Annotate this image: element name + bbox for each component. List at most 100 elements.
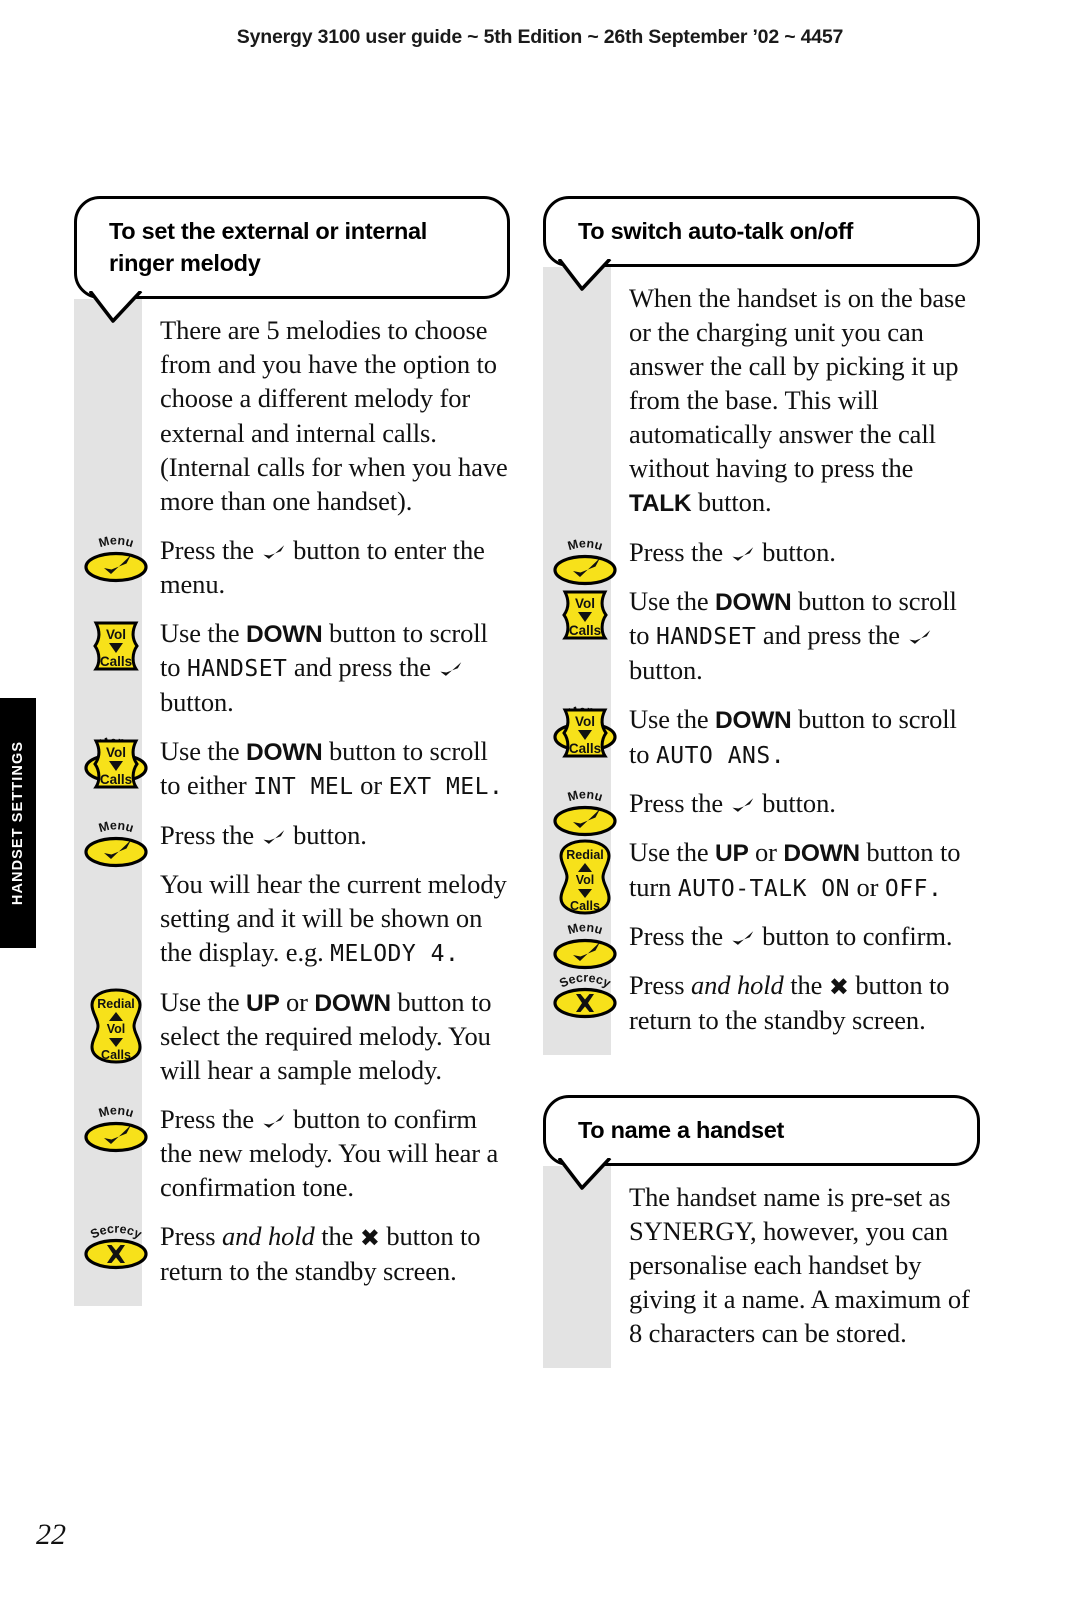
text-run: or xyxy=(353,770,389,801)
text-run: Use the xyxy=(629,837,716,868)
emphasis-italic: and hold xyxy=(221,1221,315,1252)
step-paragraph: Press and hold the ✖ button to return to… xyxy=(629,968,980,1037)
callout-tail xyxy=(557,257,614,291)
svg-text:Menu: Menu xyxy=(97,821,135,835)
text-run: Use the xyxy=(160,735,247,766)
text-run: Use the xyxy=(629,704,716,735)
emphasis-bold: DOWN xyxy=(783,840,860,868)
text-run: Press the xyxy=(160,534,261,565)
section-title: To set the external or internal ringer m… xyxy=(109,218,428,277)
menu-key-art xyxy=(82,835,150,874)
secrecy-key-icon[interactable]: Secrecy xyxy=(82,1223,150,1273)
section-ringer-melody: To set the external or internal ringer m… xyxy=(74,196,510,1307)
callout-tail xyxy=(88,290,145,324)
redial-vol-calls-key-art: Redial Vol Calls xyxy=(82,988,150,1069)
step-paragraph: Use the DOWN button to scroll to HANDSET… xyxy=(160,616,510,719)
vol-down-key-art: Vol Calls xyxy=(82,737,150,796)
check-tick-icon xyxy=(907,620,933,645)
running-header: Synergy 3100 user guide ~ 5th Edition ~ … xyxy=(236,26,844,48)
section-title: To name a handset xyxy=(578,1117,785,1144)
step-paragraph: Press the button. xyxy=(629,535,980,569)
emphasis-bold: DOWN xyxy=(246,738,323,766)
vol-calls-down-key-icon[interactable]: Vol Calls xyxy=(82,737,150,793)
svg-text:Calls: Calls xyxy=(100,772,132,787)
redial-vol-calls-key-icon[interactable]: Redial Vol Calls xyxy=(551,839,619,917)
secrecy-key-art xyxy=(551,986,619,1025)
menu-key-icon[interactable]: Menu xyxy=(82,821,150,871)
lcd-display-text: AUTO ANS. xyxy=(655,742,786,769)
step-list: When the handset is on the base or the c… xyxy=(543,267,980,1037)
menu-key-icon[interactable]: Menu xyxy=(551,790,619,840)
check-tick-icon xyxy=(261,1104,287,1128)
emphasis-bold: TALK xyxy=(629,490,692,518)
emphasis-italic: and hold xyxy=(690,970,784,1001)
vol-down-key-art: Vol Calls xyxy=(82,619,150,678)
menu-key-icon[interactable]: Menu xyxy=(82,1106,150,1156)
check-tick-icon xyxy=(261,535,287,559)
emphasis-bold: DOWN xyxy=(715,588,792,616)
text-run: button to confirm. xyxy=(755,921,953,952)
text-run: button. xyxy=(629,655,703,685)
text-run: Use the xyxy=(629,585,716,616)
check-tick-icon xyxy=(730,921,756,945)
svg-text:Calls: Calls xyxy=(569,741,601,756)
text-run: When the handset is on the base or the c… xyxy=(629,283,966,484)
section-heading-bubble: To set the external or internal ringer m… xyxy=(74,196,510,324)
text-run: button. xyxy=(755,788,836,819)
text-run: Press xyxy=(160,1221,222,1252)
section-body: The handset name is pre-set as SYNERGY, … xyxy=(543,1166,980,1369)
callout-tail xyxy=(557,1157,614,1190)
svg-text:Menu: Menu xyxy=(566,539,604,553)
menu-key-icon[interactable]: Menu xyxy=(551,539,619,589)
menu-key-icon[interactable]: Menu xyxy=(82,536,150,586)
text-run: Use the xyxy=(160,617,247,648)
text-run: Press xyxy=(629,970,691,1001)
step-paragraph: Press the button to enter the menu. xyxy=(160,533,510,601)
menu-key-art xyxy=(551,937,619,976)
side-thumb-tab: HANDSET SETTINGS xyxy=(0,698,36,948)
text-run: Press the xyxy=(160,819,261,850)
lcd-display-text: HANDSET xyxy=(655,624,757,651)
step-paragraph: Use the UP or DOWN button to turn AUTO-T… xyxy=(629,835,980,904)
text-run: Press the xyxy=(629,921,730,952)
step-paragraph: Press and hold the ✖ button to return to… xyxy=(160,1219,510,1288)
vol-calls-down-key-icon[interactable]: Vol Calls xyxy=(551,706,619,762)
section-body: There are 5 melodies to choose from and … xyxy=(74,299,510,1307)
step-list: The handset name is pre-set as SYNERGY, … xyxy=(543,1166,980,1350)
svg-text:Calls: Calls xyxy=(570,899,600,913)
svg-text:Vol: Vol xyxy=(576,873,595,887)
step-paragraph: There are 5 melodies to choose from and … xyxy=(160,313,510,517)
right-column: To switch auto-talk on/off When the hand… xyxy=(543,196,980,1369)
text-run: and press the xyxy=(756,620,907,651)
emphasis-bold: UP xyxy=(246,989,280,1017)
svg-text:Vol: Vol xyxy=(106,745,126,760)
secrecy-key-art xyxy=(82,1237,150,1276)
lcd-display-text: MELODY 4. xyxy=(330,940,460,967)
vol-calls-down-key-icon[interactable]: Vol Calls xyxy=(82,619,150,675)
lcd-display-text: EXT MEL. xyxy=(388,774,504,801)
step-paragraph: When the handset is on the base or the c… xyxy=(629,281,980,520)
secrecy-key-icon[interactable]: Secrecy xyxy=(551,972,619,1022)
redial-vol-calls-key-art: Redial Vol Calls xyxy=(551,839,619,920)
text-run: Press the xyxy=(629,788,730,819)
cross-x-icon: ✖ xyxy=(828,973,849,1002)
emphasis-bold: DOWN xyxy=(715,707,792,735)
redial-vol-calls-key-icon[interactable]: Redial Vol Calls xyxy=(82,988,150,1066)
menu-key-art xyxy=(82,550,150,589)
section-auto-talk: To switch auto-talk on/off When the hand… xyxy=(543,196,980,1056)
page-number: 22 xyxy=(36,1518,66,1551)
svg-text:Calls: Calls xyxy=(569,623,601,638)
menu-key-icon[interactable]: Menu xyxy=(551,923,619,973)
text-run: or xyxy=(849,871,885,902)
side-tab-label: HANDSET SETTINGS xyxy=(10,740,26,906)
text-run: button. xyxy=(755,536,836,567)
lcd-display-text: INT MEL xyxy=(253,774,354,801)
text-run: and press the xyxy=(287,652,438,683)
check-tick-icon xyxy=(730,537,756,561)
check-tick-icon xyxy=(438,652,464,677)
lcd-display-text: HANDSET xyxy=(186,656,288,683)
step-paragraph: Use the DOWN button to scroll to either … xyxy=(160,734,510,803)
text-run: the xyxy=(314,1221,360,1252)
text-run: the xyxy=(783,970,829,1001)
vol-calls-down-key-icon[interactable]: Vol Calls xyxy=(551,588,619,644)
